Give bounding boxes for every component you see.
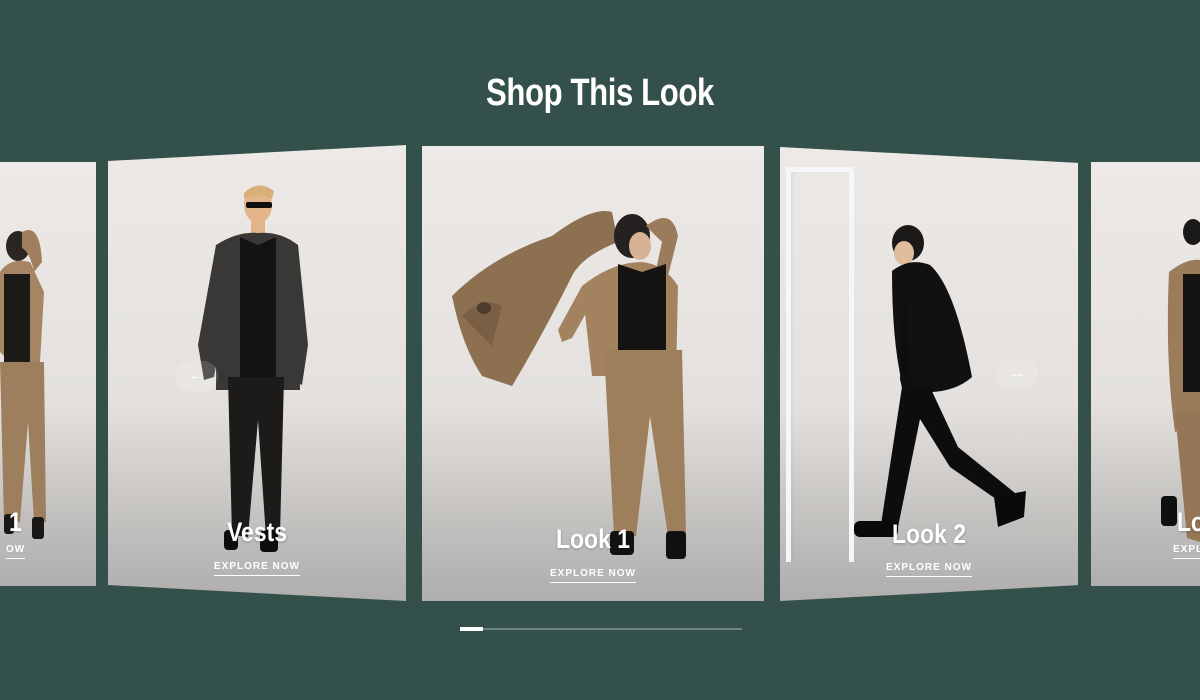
look-card-partial-right[interactable]: Loo EXPLO [1091,162,1200,586]
card-label: Look 2 [892,519,966,549]
card-label: Vests [227,517,287,547]
explore-now-link[interactable]: EXPLORE NOW [885,562,973,577]
arrow-right-icon: → [1009,365,1025,382]
prev-button[interactable]: ← [176,361,218,391]
explore-now-link[interactable]: OW [6,544,26,559]
card-label: Loo [1176,507,1200,537]
section-title: Shop This Look [486,72,714,114]
carousel-progress-fill [460,627,483,631]
carousel-progress[interactable] [460,627,742,631]
next-button[interactable]: → [996,359,1038,389]
explore-now-link[interactable]: EXPLORE NOW [213,561,301,576]
look-card-look-1[interactable]: Look 1 EXPLORE NOW [422,146,764,601]
look-card-look-2[interactable]: → Look 2 EXPLORE NOW [780,147,1078,601]
look-card-vests[interactable]: ← Vests EXPLORE NOW [108,145,406,601]
arrow-left-icon: ← [189,367,205,384]
explore-now-link[interactable]: EXPLORE NOW [549,568,637,583]
look-card-partial-left[interactable]: 1 OW [0,162,96,586]
card-label: Look 1 [556,524,630,554]
explore-now-link[interactable]: EXPLO [1173,544,1200,559]
card-label: 1 [9,507,22,537]
